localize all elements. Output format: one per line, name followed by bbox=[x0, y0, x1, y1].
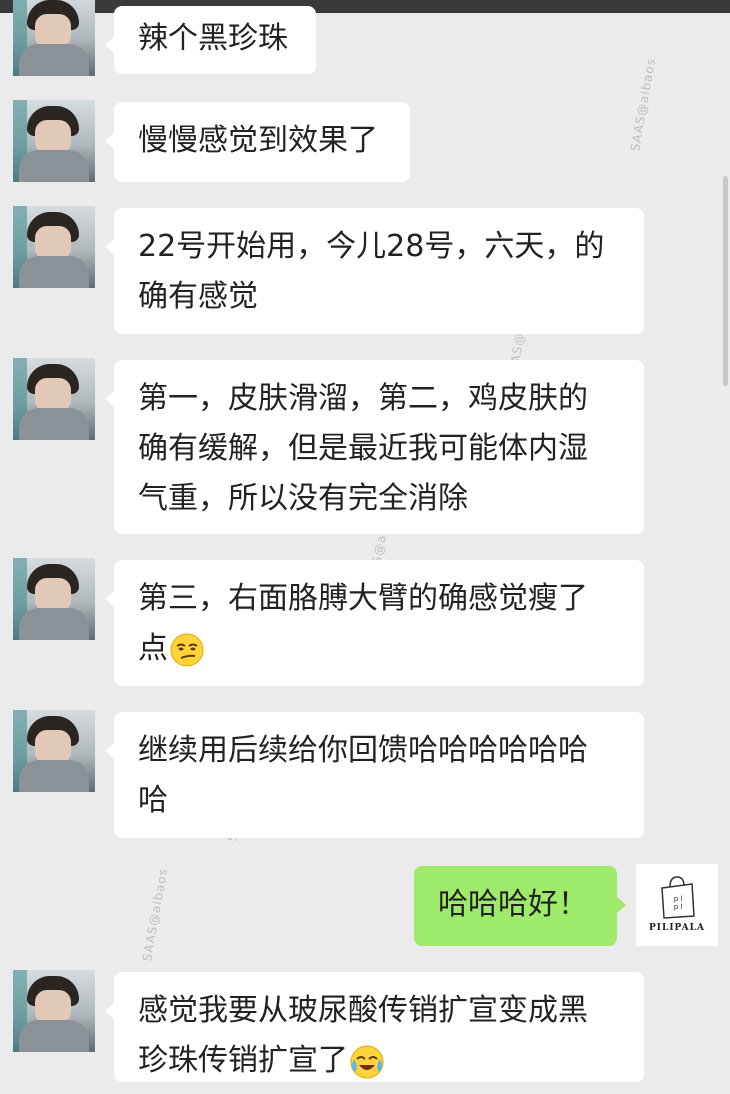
message-bubble[interactable]: 感觉我要从玻尿酸传销扩宣变成黑 珍珠传销扩宣了 bbox=[105, 972, 644, 1082]
message-bubble[interactable]: 第三，右面胳膊大臂的确感觉瘦了 点 bbox=[105, 560, 644, 686]
message-text-line: 确有感觉 bbox=[138, 279, 258, 314]
message-text-line: 第三，右面胳膊大臂的确感觉瘦了 bbox=[138, 581, 588, 616]
message-text-line: 继续用后续给你回馈哈哈哈哈哈哈 bbox=[138, 733, 588, 768]
contact-avatar[interactable] bbox=[13, 710, 95, 792]
contact-avatar[interactable] bbox=[13, 100, 95, 182]
watermark: SAAS@aibaos bbox=[140, 866, 171, 963]
shopping-bag-icon: p l p l bbox=[661, 876, 695, 919]
contact-avatar[interactable] bbox=[13, 0, 95, 76]
message-text-line: 确有缓解，但是最近我可能体内湿 bbox=[138, 431, 588, 466]
contact-avatar[interactable] bbox=[13, 558, 95, 640]
self-avatar[interactable]: p l p l PILIPALA bbox=[636, 864, 718, 946]
watermark: SAAS@aibaos bbox=[628, 56, 659, 153]
message-text: 哈哈哈好！ bbox=[438, 887, 588, 922]
scrollbar[interactable] bbox=[723, 176, 728, 386]
message-bubble[interactable]: 22号开始用，今儿28号，六天，的 确有感觉 bbox=[105, 208, 644, 334]
contact-avatar[interactable] bbox=[13, 206, 95, 288]
message-text-line: 气重，所以没有完全消除 bbox=[138, 481, 468, 516]
message-text: 辣个黑珍珠 bbox=[138, 21, 288, 56]
message-bubble-outgoing[interactable]: 哈哈哈好！ bbox=[414, 866, 626, 946]
contact-avatar[interactable] bbox=[13, 358, 95, 440]
message-text-line: 珍珠传销扩宣了 bbox=[138, 1036, 620, 1086]
message-bubble[interactable]: 继续用后续给你回馈哈哈哈哈哈哈 哈 bbox=[105, 712, 644, 838]
message-bubble[interactable]: 慢慢感觉到效果了 bbox=[105, 102, 410, 182]
message-text: 点 bbox=[138, 631, 168, 666]
smirk-emoji bbox=[170, 633, 204, 666]
status-bar bbox=[0, 0, 730, 13]
message-text-line: 点 bbox=[138, 624, 620, 674]
message-text: 慢慢感觉到效果了 bbox=[138, 123, 378, 158]
message-text-line: 第一，皮肤滑溜，第二，鸡皮肤的 bbox=[138, 381, 588, 416]
svg-text:p l: p l bbox=[674, 903, 683, 911]
message-bubble[interactable]: 第一，皮肤滑溜，第二，鸡皮肤的 确有缓解，但是最近我可能体内湿 气重，所以没有完… bbox=[105, 360, 644, 534]
contact-avatar[interactable] bbox=[13, 970, 95, 1052]
message-text: 珍珠传销扩宣了 bbox=[138, 1043, 348, 1078]
message-bubble[interactable]: 辣个黑珍珠 bbox=[105, 6, 316, 74]
brand-name: PILIPALA bbox=[649, 923, 705, 933]
laugh-cry-emoji bbox=[350, 1045, 384, 1078]
svg-text:p l: p l bbox=[674, 895, 683, 903]
message-text-line: 感觉我要从玻尿酸传销扩宣变成黑 bbox=[138, 993, 588, 1028]
message-text-line: 22号开始用，今儿28号，六天，的 bbox=[138, 229, 605, 264]
message-text-line: 哈 bbox=[138, 783, 168, 818]
